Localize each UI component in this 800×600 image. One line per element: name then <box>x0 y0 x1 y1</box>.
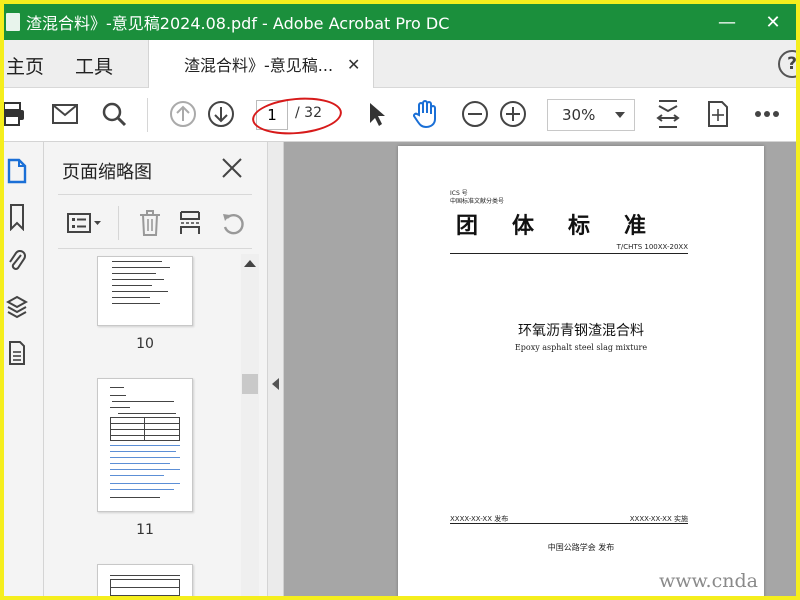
arrow-up-circle-icon <box>170 101 196 127</box>
document-properties-button[interactable] <box>4 338 30 368</box>
close-icon <box>222 158 242 178</box>
minimize-button[interactable]: — <box>704 4 750 40</box>
thumbnail-page-10[interactable] <box>97 256 193 326</box>
previous-page-button[interactable] <box>167 98 199 130</box>
document-title-cn: 环氧沥青钢渣混合料 <box>518 323 644 339</box>
page-thumbnails-panel: 页面缩略图 10 11 <box>44 142 268 596</box>
tab-bar: 主页 工具 渣混合料》-意见稿... ✕ ? <box>4 40 796 88</box>
site-watermark: www.cnda <box>659 570 758 592</box>
list-options-icon <box>67 213 101 233</box>
document-title-en: Epoxy asphalt steel slag mixture <box>514 343 648 352</box>
thumbnail-label: 10 <box>136 336 154 352</box>
panel-title: 页面缩略图 <box>62 162 152 183</box>
pdf-file-icon <box>6 13 20 31</box>
printer-icon <box>4 102 24 126</box>
zoom-value: 30% <box>562 106 596 124</box>
issuing-organization: 中国公路学会 发布 <box>547 543 615 552</box>
scroll-up-arrow-icon[interactable] <box>244 260 256 267</box>
bookmark-icon <box>10 204 24 231</box>
close-window-button[interactable]: ✕ <box>750 4 796 40</box>
tab-tools[interactable]: 工具 <box>75 52 113 79</box>
window-title: 渣混合料》-意见稿2024.08.pdf - Adobe Acrobat Pro… <box>26 14 450 33</box>
attachments-button[interactable] <box>4 246 30 276</box>
select-tool-button[interactable] <box>361 98 393 130</box>
layers-button[interactable] <box>4 292 30 322</box>
main-toolbar: 1 / 32 30% <box>4 88 796 142</box>
paperclip-icon <box>9 250 26 270</box>
next-page-button[interactable] <box>205 98 237 130</box>
thumbnail-scrollbar[interactable] <box>241 254 259 596</box>
zoom-out-button[interactable] <box>459 98 491 130</box>
document-tab-close-button[interactable]: ✕ <box>347 55 360 74</box>
expand-page-icon <box>708 101 728 127</box>
panel-tool-separator <box>118 206 119 240</box>
tab-document[interactable]: 渣混合料》-意见稿... ✕ <box>148 40 374 88</box>
thumbnail-options-button[interactable] <box>64 208 104 238</box>
page-thumbnails-button[interactable] <box>4 156 30 186</box>
thumbnail-page-11[interactable] <box>97 378 193 512</box>
footer-rule <box>450 523 688 524</box>
hand-tool-button[interactable] <box>409 98 441 130</box>
collapse-left-arrow-icon <box>272 378 279 390</box>
fit-width-icon <box>656 100 680 128</box>
document-tab-label: 渣混合料》-意见稿... <box>184 56 334 75</box>
thumbnail-page-12[interactable] <box>97 564 193 596</box>
email-button[interactable] <box>49 98 81 130</box>
thumbnail-list: 10 11 <box>44 254 254 596</box>
standard-code: T/CHTS 100XX-20XX <box>616 243 688 251</box>
arrow-down-circle-icon <box>208 101 234 127</box>
plus-circle-icon <box>500 101 526 127</box>
pages-icon <box>7 158 27 184</box>
search-icon <box>102 102 127 127</box>
app-window: 渣混合料》-意见稿2024.08.pdf - Adobe Acrobat Pro… <box>0 0 800 600</box>
layers-icon <box>6 295 28 319</box>
rotate-icon <box>223 213 244 235</box>
minus-circle-icon <box>462 101 488 127</box>
pdf-page: ICS 号 中国标准文献分类号 团体标准 T/CHTS 100XX-20XX 环… <box>398 146 764 596</box>
zoom-in-button[interactable] <box>497 98 529 130</box>
print-button[interactable] <box>4 98 28 130</box>
tab-home[interactable]: 主页 <box>6 52 44 79</box>
rotate-page-button[interactable] <box>218 208 248 238</box>
thumbnail-label: 11 <box>136 522 154 538</box>
panel-collapse-handle[interactable] <box>268 142 284 596</box>
help-button[interactable]: ? <box>778 50 796 78</box>
bookmarks-button[interactable] <box>4 202 30 232</box>
panel-divider <box>58 194 252 195</box>
document-view[interactable]: ICS 号 中国标准文献分类号 团体标准 T/CHTS 100XX-20XX 环… <box>284 142 796 596</box>
zoom-select[interactable]: 30% <box>547 99 635 131</box>
search-button[interactable] <box>98 98 130 130</box>
page-insert-icon <box>180 211 200 234</box>
standard-heading: 团体标准 <box>456 213 681 239</box>
left-navigation-rail <box>4 142 44 596</box>
document-icon <box>9 341 25 365</box>
title-bar: 渣混合料》-意见稿2024.08.pdf - Adobe Acrobat Pro… <box>4 4 796 40</box>
cursor-arrow-icon <box>370 103 385 126</box>
header-rule <box>450 253 688 254</box>
fit-page-button[interactable] <box>652 98 684 130</box>
toolbar-separator <box>147 98 148 132</box>
hand-icon <box>413 100 436 129</box>
panel-close-button[interactable] <box>220 156 244 180</box>
envelope-icon <box>52 104 78 124</box>
chevron-down-icon <box>615 112 625 118</box>
classification-label: 中国标准文献分类号 <box>450 198 505 205</box>
more-tools-button[interactable] <box>751 98 783 130</box>
trash-icon <box>140 210 160 236</box>
more-dots-icon <box>755 111 779 117</box>
delete-page-button[interactable] <box>136 208 164 238</box>
scrollbar-thumb[interactable] <box>242 374 258 394</box>
full-screen-button[interactable] <box>702 98 734 130</box>
insert-page-button[interactable] <box>176 208 204 238</box>
panel-divider <box>58 248 252 249</box>
